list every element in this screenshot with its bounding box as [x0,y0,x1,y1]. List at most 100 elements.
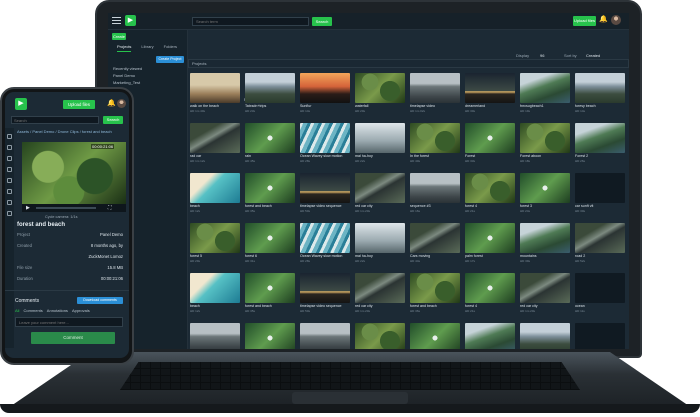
media-thumbnail[interactable] [575,223,625,253]
media-tile[interactable]: forest 5 HD 29s [190,223,240,270]
media-thumbnail[interactable] [575,323,625,349]
media-thumbnail[interactable] [355,323,405,349]
bell-icon[interactable]: 🔔 [599,16,608,24]
media-tile[interactable]: sequence #3 HD 16s [410,173,460,220]
sidebar-item-marketing[interactable]: Marketing_Test [113,80,140,85]
tag-icon[interactable] [7,178,12,183]
media-thumbnail[interactable] [190,173,240,203]
media-tile[interactable]: palmsHD 20s [245,323,295,349]
media-thumbnail[interactable] [520,323,570,349]
media-tile[interactable]: waterfall HD 20s [355,73,405,120]
media-thumbnail[interactable] [520,223,570,253]
media-thumbnail[interactable] [410,173,460,203]
media-thumbnail[interactable] [465,73,515,103]
tab-projects[interactable]: Projects [116,44,132,52]
media-tile[interactable]: cityHD 18s [190,323,240,349]
create-project-button[interactable]: Create Project [156,56,184,63]
media-thumbnail[interactable] [245,323,295,349]
media-thumbnail[interactable] [520,123,570,153]
media-thumbnail[interactable] [300,223,350,253]
phone-search-input[interactable] [11,116,99,124]
media-thumbnail[interactable] [575,173,625,203]
media-tile[interactable]: coastHD 33s [465,323,515,349]
comment-icon[interactable] [7,200,12,205]
media-thumbnail[interactable] [245,173,295,203]
media-thumbnail[interactable] [190,323,240,349]
media-tile[interactable]: forest and beach HD 36s [410,273,460,320]
list-icon[interactable] [7,145,12,150]
media-thumbnail[interactable] [520,273,570,303]
folder-icon[interactable] [7,134,12,139]
media-thumbnail[interactable] [520,173,570,203]
media-thumbnail[interactable] [410,73,460,103]
media-tile[interactable]: timelapse video HD 1m 02s [410,73,460,120]
media-thumbnail[interactable] [355,73,405,103]
media-tile[interactable]: forest 4 HD 21s [465,173,515,220]
media-thumbnail[interactable] [300,73,350,103]
sidebar-item-panel-demo[interactable]: Panel Demo [113,73,135,78]
phone-search-button[interactable]: Search [103,116,123,124]
media-tile[interactable]: foresy beach HD 14s [575,73,625,120]
media-thumbnail[interactable] [190,223,240,253]
media-tile[interactable]: mal ha-hoy HD 22s [355,223,405,270]
media-tile[interactable]: red car city HD 1m 20s [355,173,405,220]
sort-select[interactable]: Created [586,53,600,58]
avatar[interactable] [611,15,621,25]
info-icon[interactable] [7,211,12,216]
media-tile[interactable]: timelapse video sequence HD 50s [300,173,350,220]
media-thumbnail[interactable] [300,273,350,303]
media-tile[interactable]: Forest HD 33s [465,123,515,170]
tab-approvals[interactable]: Approvals [72,308,90,313]
media-tile[interactable]: road 2 HD 52s [575,223,625,270]
download-comments-button[interactable]: Download comments [77,297,123,304]
media-thumbnail[interactable] [355,223,405,253]
media-tile[interactable]: Ocean Wavey slow motion HD 28s [300,223,350,270]
media-tile[interactable]: mountains HD 39s [520,223,570,270]
media-thumbnail[interactable] [575,123,625,153]
media-tile[interactable]: forestHD 27s [410,323,460,349]
media-thumbnail[interactable] [190,273,240,303]
tab-library[interactable]: Library [141,44,153,52]
media-tile[interactable]: forestHD 27s [355,323,405,349]
media-thumbnail[interactable] [190,123,240,153]
media-tile[interactable]: Forest 2 HD 26s [575,123,625,170]
media-thumbnail[interactable] [465,123,515,153]
media-thumbnail[interactable] [520,73,570,103]
media-thumbnail[interactable] [465,173,515,203]
play-icon[interactable]: ▶ [26,205,30,211]
media-thumbnail[interactable] [465,323,515,349]
media-thumbnail[interactable] [355,273,405,303]
breadcrumb[interactable]: Assets / Panel Demo / Drone Clips / fore… [17,129,127,134]
download-icon[interactable] [7,156,12,161]
media-tile[interactable]: nightHD 15s [575,323,625,349]
media-tile[interactable]: Forest aboon HD 18s [520,123,570,170]
tab-all[interactable]: All [15,308,19,313]
media-tile[interactable]: red car city HD 1m 20s [355,273,405,320]
phone-upload-button[interactable]: Upload files [63,100,95,109]
media-thumbnail[interactable] [465,223,515,253]
media-thumbnail[interactable] [190,73,240,103]
media-thumbnail[interactable] [355,173,405,203]
phone-avatar[interactable] [117,99,126,108]
tab-comments[interactable]: Comments [23,308,42,313]
media-tile[interactable]: car sunft vlt HD 30s [575,173,625,220]
sidebar-item-recent[interactable]: Recently viewed [113,66,142,71]
media-tile[interactable]: beach HD 12s [190,273,240,320]
search-input[interactable] [192,17,309,26]
media-thumbnail[interactable] [410,273,460,303]
media-thumbnail[interactable] [465,273,515,303]
video-preview[interactable] [22,142,126,204]
comment-input[interactable] [15,317,123,327]
media-tile[interactable]: Cars moving HD 44s [410,223,460,270]
media-tile[interactable]: Tatxsdn+trips HD 23s [245,73,295,120]
settings-icon[interactable] [7,189,12,194]
media-tile[interactable]: palm forest HD 17s [465,223,515,270]
media-tile[interactable]: red car city HD 1m 20s [520,273,570,320]
media-thumbnail[interactable] [300,323,350,349]
media-thumbnail[interactable] [575,73,625,103]
media-thumbnail[interactable] [410,323,460,349]
media-tile[interactable]: Sunflur HD 14s [300,73,350,120]
media-thumbnail[interactable] [410,223,460,253]
create-button[interactable]: Create [112,33,126,40]
media-tile[interactable]: mal ha-hoy HD 22s [355,123,405,170]
